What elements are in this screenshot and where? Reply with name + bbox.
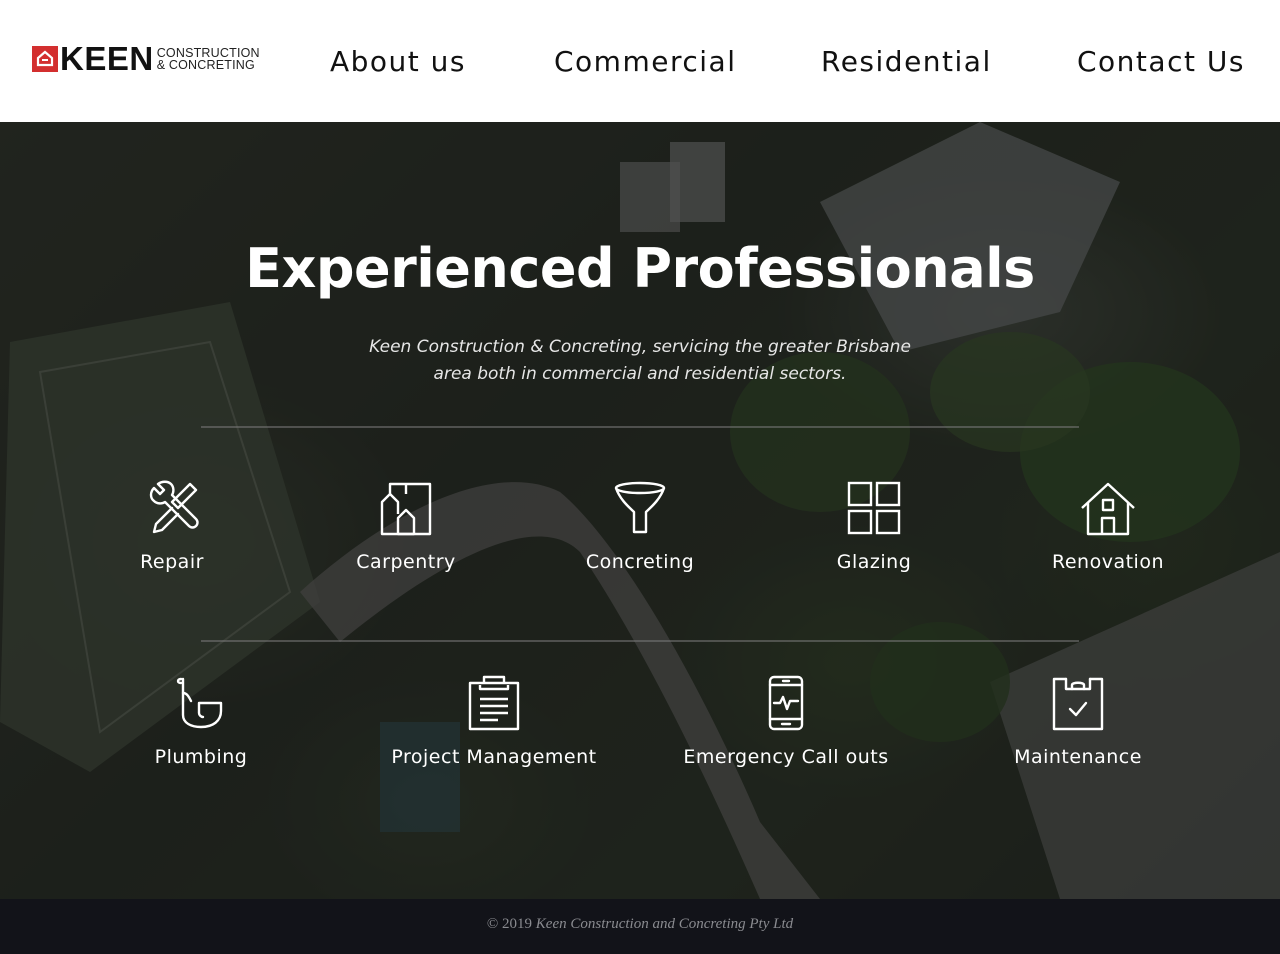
- copyright-year: © 2019: [486, 916, 533, 932]
- copyright-company: Keen Construction and Concreting Pty Ltd: [535, 916, 794, 932]
- service-maintenance[interactable]: Maintenance: [998, 675, 1158, 769]
- nav-about-us[interactable]: About us: [330, 40, 466, 84]
- window-grid-icon: [847, 481, 901, 535]
- clipboard-list-icon: [468, 675, 520, 731]
- divider-bottom: [201, 640, 1079, 642]
- hero-subtitle: Keen Construction & Concreting, servicin…: [340, 334, 940, 388]
- nav-commercial[interactable]: Commercial: [554, 40, 736, 84]
- service-glazing[interactable]: Glazing: [804, 480, 944, 574]
- brand-logo[interactable]: KEEN CONSTRUCTION & CONCRETING: [32, 40, 260, 77]
- service-renovation[interactable]: Renovation: [1028, 480, 1188, 574]
- service-project-management[interactable]: Project Management: [364, 675, 624, 769]
- brand-name: KEEN: [60, 40, 154, 77]
- service-label: Concreting: [585, 551, 695, 573]
- service-label: Maintenance: [1014, 746, 1142, 768]
- divider-top: [201, 426, 1079, 428]
- pipe-icon: [176, 677, 223, 729]
- service-plumbing[interactable]: Plumbing: [121, 675, 281, 769]
- hero-subtitle-line2: area both in commercial and residential …: [433, 364, 847, 384]
- service-label: Glazing: [836, 551, 912, 573]
- service-carpentry[interactable]: Carpentry: [326, 480, 486, 574]
- wrench-screwdriver-icon: [149, 480, 199, 534]
- nav-contact-us[interactable]: Contact Us: [1077, 40, 1245, 84]
- site-header: KEEN CONSTRUCTION & CONCRETING About us …: [0, 0, 1280, 122]
- service-concreting[interactable]: Concreting: [560, 480, 720, 574]
- service-emergency-call-outs[interactable]: Emergency Call outs: [666, 675, 906, 769]
- footer-copyright: © 2019 Keen Construction and Concreting …: [0, 916, 1280, 933]
- service-label: Emergency Call outs: [683, 746, 889, 768]
- house-icon: [1081, 482, 1135, 536]
- nav-residential[interactable]: Residential: [821, 40, 992, 84]
- clipboard-check-icon: [1052, 677, 1104, 731]
- brand-tagline: CONSTRUCTION & CONCRETING: [156, 46, 260, 72]
- service-label: Carpentry: [356, 551, 456, 573]
- site-footer: © 2019 Keen Construction and Concreting …: [0, 899, 1280, 954]
- building-icon: [380, 482, 432, 536]
- service-label: Repair: [140, 551, 204, 573]
- service-label: Renovation: [1052, 551, 1164, 573]
- mobile-pulse-icon: [768, 675, 804, 731]
- hero-subtitle-line1: Keen Construction & Concreting, servicin…: [369, 337, 911, 357]
- service-label: Project Management: [391, 746, 597, 768]
- service-repair[interactable]: Repair: [102, 480, 242, 574]
- logo-house-icon: [32, 46, 58, 72]
- hero-section: Experienced Professionals Keen Construct…: [0, 122, 1280, 899]
- service-label: Plumbing: [154, 746, 248, 768]
- brand-tagline-line2: & CONCRETING: [156, 58, 255, 72]
- funnel-icon: [614, 481, 666, 534]
- hero-title: Experienced Professionals: [245, 237, 1035, 300]
